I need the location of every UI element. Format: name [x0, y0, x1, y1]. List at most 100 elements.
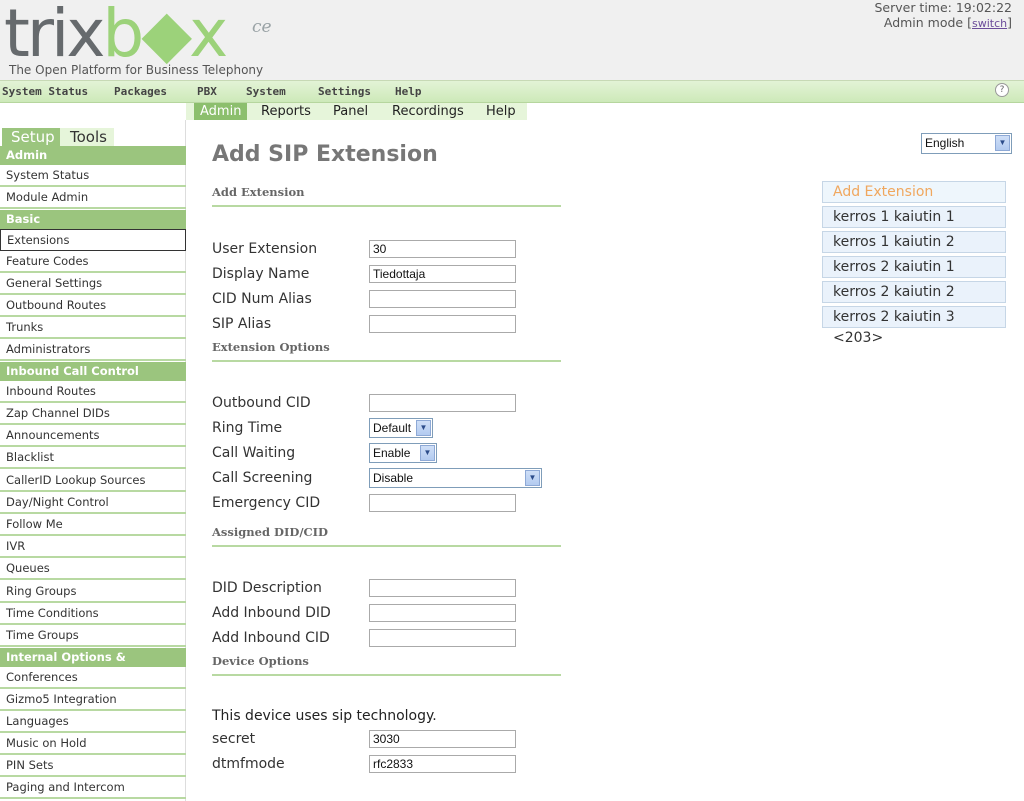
- section-extension-options: Extension Options: [212, 338, 561, 362]
- sidebar-item-pin-sets[interactable]: PIN Sets: [0, 755, 186, 777]
- tab-recordings[interactable]: Recordings: [386, 103, 470, 120]
- dtmfmode-input[interactable]: rfc2833: [369, 755, 516, 773]
- label-outbound-cid: Outbound CID: [212, 395, 311, 411]
- user-extension-input[interactable]: 30: [369, 240, 516, 258]
- display-name-input[interactable]: Tiedottaja: [369, 265, 516, 283]
- sidebar-item-inbound-routes[interactable]: Inbound Routes: [0, 381, 186, 403]
- tab-panel[interactable]: Panel: [327, 103, 374, 120]
- label-secret: secret: [212, 731, 256, 747]
- cid-num-alias-input[interactable]: [369, 290, 516, 308]
- sidebar-tab-tools[interactable]: Tools: [60, 128, 114, 147]
- sidebar-item-time-groups[interactable]: Time Groups: [0, 625, 186, 647]
- label-cid-num-alias: CID Num Alias: [212, 291, 312, 307]
- menu-help[interactable]: Help: [395, 85, 422, 98]
- label-user-extension: User Extension: [212, 241, 318, 257]
- outbound-cid-input[interactable]: [369, 394, 516, 412]
- sidebar-item-music-on-hold[interactable]: Music on Hold: [0, 733, 186, 755]
- add-inbound-did-input[interactable]: [369, 604, 516, 622]
- sip-alias-input[interactable]: [369, 315, 516, 333]
- add-extension-link[interactable]: Add Extension: [822, 181, 1006, 203]
- chevron-down-icon[interactable]: ▼: [525, 470, 540, 486]
- switch-mode-link[interactable]: switch: [972, 17, 1007, 30]
- label-emergency-cid: Emergency CID: [212, 495, 321, 511]
- call-screening-value: Disable: [373, 471, 414, 485]
- admin-mode: Admin mode [switch]: [883, 15, 1012, 30]
- sidebar-item-conferences[interactable]: Conferences: [0, 667, 186, 689]
- sidebar-item-module-admin[interactable]: Module Admin: [0, 187, 186, 209]
- chevron-down-icon[interactable]: ▼: [995, 135, 1010, 151]
- sidebar-section-inbound-call-control: Inbound Call Control: [0, 362, 186, 381]
- tab-help[interactable]: Help: [480, 103, 522, 120]
- sidebar-item-languages[interactable]: Languages: [0, 711, 186, 733]
- sidebar-item-extensions[interactable]: Extensions: [0, 229, 186, 251]
- chevron-down-icon[interactable]: ▼: [416, 420, 431, 436]
- trixbox-logo: trixb◆x: [4, 0, 228, 72]
- emergency-cid-input[interactable]: [369, 494, 516, 512]
- sidebar-section-admin: Admin: [0, 146, 186, 165]
- logo-ce-mark: ce: [252, 17, 272, 37]
- secret-input[interactable]: 3030: [369, 730, 516, 748]
- sidebar-item-outbound-routes[interactable]: Outbound Routes: [0, 295, 186, 317]
- server-time: Server time: 19:02:22: [874, 0, 1012, 15]
- label-add-inbound-cid: Add Inbound CID: [212, 630, 330, 646]
- label-call-waiting: Call Waiting: [212, 445, 296, 461]
- extension-list-item[interactable]: kerros 2 kaiutin 1 <201>: [822, 256, 1006, 296]
- sidebar-item-general-settings[interactable]: General Settings: [0, 273, 186, 295]
- did-description-input[interactable]: [369, 579, 516, 597]
- call-screening-select[interactable]: Disable ▼: [369, 468, 542, 488]
- extension-list-item[interactable]: kerros 1 kaiutin 1 <101>: [822, 206, 1006, 246]
- extension-list-item[interactable]: kerros 2 kaiutin 2 <202>: [822, 281, 1006, 321]
- label-display-name: Display Name: [212, 266, 310, 282]
- sidebar-item-zap-channel-dids[interactable]: Zap Channel DIDs: [0, 403, 186, 425]
- sidebar-item-announcements[interactable]: Announcements: [0, 425, 186, 447]
- sidebar-item-blacklist[interactable]: Blacklist: [0, 447, 186, 469]
- label-did-description: DID Description: [212, 580, 322, 596]
- chevron-down-icon[interactable]: ▼: [420, 445, 435, 461]
- sidebar: Setup Tools Admin System Status Module A…: [0, 120, 186, 801]
- label-ring-time: Ring Time: [212, 420, 283, 436]
- menu-system[interactable]: System: [246, 85, 286, 98]
- add-inbound-cid-input[interactable]: [369, 629, 516, 647]
- label-sip-alias: SIP Alias: [212, 316, 272, 332]
- header: trixb◆x ce The Open Platform for Busines…: [0, 0, 1024, 81]
- call-waiting-value: Enable: [373, 446, 411, 460]
- menu-packages[interactable]: Packages: [114, 85, 167, 98]
- language-select[interactable]: English ▼: [921, 133, 1012, 154]
- label-add-inbound-did: Add Inbound DID: [212, 605, 331, 621]
- sidebar-item-time-conditions[interactable]: Time Conditions: [0, 603, 186, 625]
- device-note: This device uses sip technology.: [212, 708, 437, 724]
- tagline: The Open Platform for Business Telephony: [9, 63, 264, 77]
- sidebar-item-ivr[interactable]: IVR: [0, 536, 186, 558]
- sidebar-item-queues[interactable]: Queues: [0, 558, 186, 580]
- menu-system-status[interactable]: System Status: [2, 85, 88, 98]
- tab-admin[interactable]: Admin: [194, 103, 248, 120]
- sidebar-item-paging-intercom[interactable]: Paging and Intercom: [0, 777, 186, 799]
- extension-list-item[interactable]: kerros 1 kaiutin 2 <102>: [822, 231, 1006, 271]
- section-device-options: Device Options: [212, 652, 561, 676]
- language-value: English: [925, 136, 965, 150]
- sidebar-section-internal-options: Internal Options & Configuration: [0, 648, 186, 683]
- sidebar-tab-setup[interactable]: Setup: [2, 128, 60, 147]
- section-assigned-did: Assigned DID/CID: [212, 523, 561, 547]
- extension-list-item[interactable]: kerros 2 kaiutin 3 <203>: [822, 306, 1006, 346]
- sidebar-item-system-status[interactable]: System Status: [0, 165, 186, 187]
- sidebar-item-trunks[interactable]: Trunks: [0, 317, 186, 339]
- sidebar-item-gizmo5-integration[interactable]: Gizmo5 Integration: [0, 689, 186, 711]
- sub-menu: Admin Reports Panel Recordings Help: [186, 103, 527, 120]
- call-waiting-select[interactable]: Enable ▼: [369, 443, 437, 463]
- sidebar-item-callerid-lookup[interactable]: CallerID Lookup Sources: [0, 470, 186, 492]
- menu-pbx[interactable]: PBX: [197, 85, 217, 98]
- help-circle-icon[interactable]: ?: [995, 83, 1009, 97]
- sidebar-item-administrators[interactable]: Administrators: [0, 339, 186, 361]
- sidebar-item-follow-me[interactable]: Follow Me: [0, 514, 186, 536]
- tab-reports[interactable]: Reports: [255, 103, 317, 120]
- menu-settings[interactable]: Settings: [318, 85, 371, 98]
- sidebar-item-day-night-control[interactable]: Day/Night Control: [0, 492, 186, 514]
- sidebar-section-basic: Basic: [0, 210, 186, 229]
- sidebar-item-feature-codes[interactable]: Feature Codes: [0, 251, 186, 273]
- ring-time-select[interactable]: Default ▼: [369, 418, 433, 438]
- section-add-extension: Add Extension: [212, 183, 561, 207]
- ring-time-value: Default: [373, 421, 412, 435]
- main-menu-bar: System Status Packages PBX System Settin…: [0, 81, 1024, 103]
- sidebar-item-ring-groups[interactable]: Ring Groups: [0, 581, 186, 603]
